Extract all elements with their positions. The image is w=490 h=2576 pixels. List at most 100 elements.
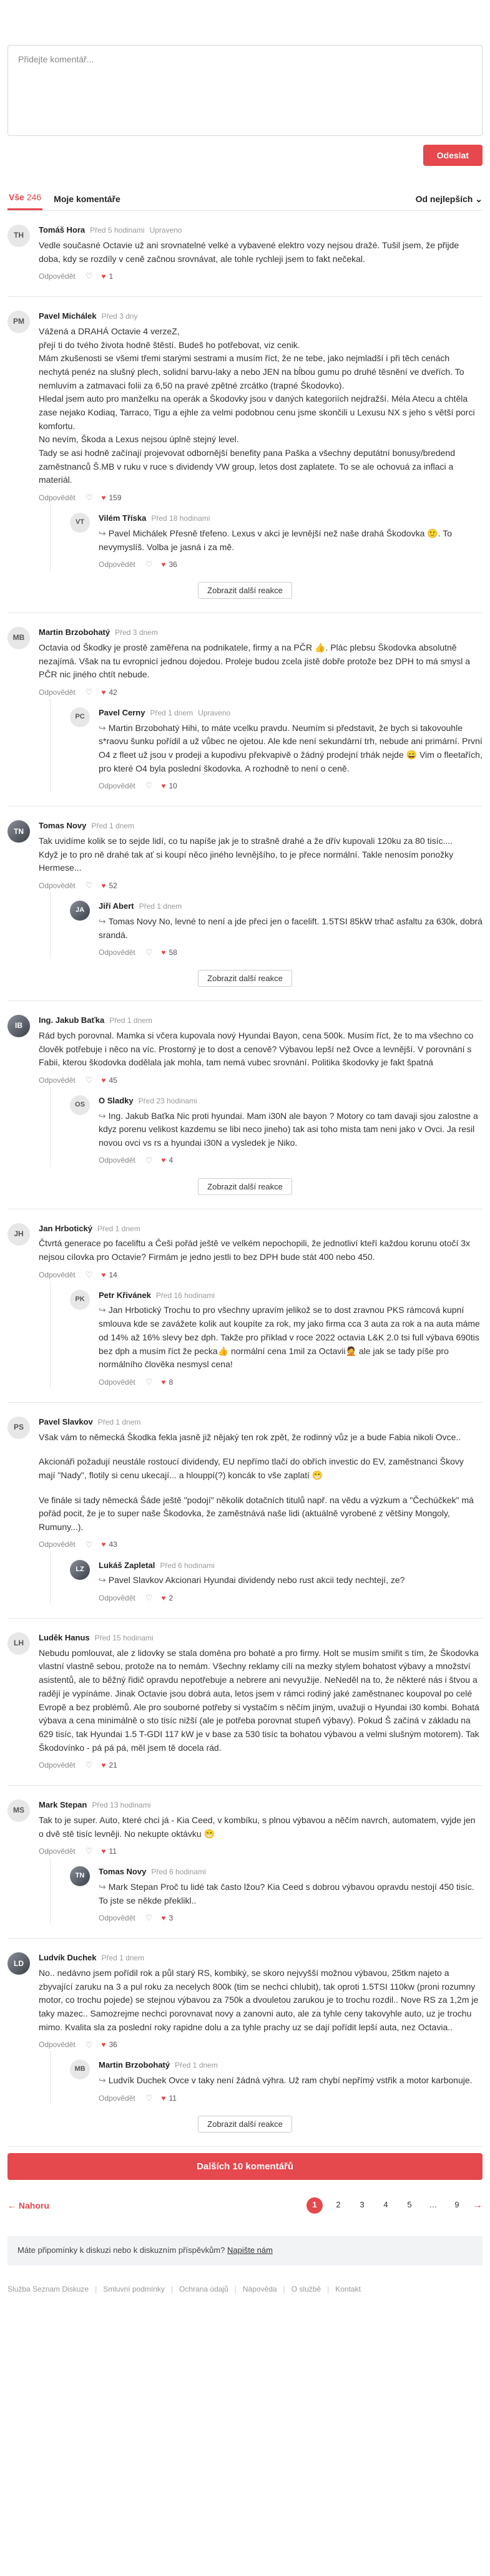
heart-icon[interactable]: ♥	[161, 1913, 165, 1924]
heart-icon[interactable]: ♥	[161, 1593, 165, 1604]
reply-button[interactable]: Odpovědět	[99, 559, 135, 570]
avatar[interactable]: MS	[7, 1799, 30, 1823]
author-name[interactable]: Luděk Hanus	[39, 1633, 90, 1642]
arrow-right-icon[interactable]: →	[473, 2198, 483, 2212]
author-name[interactable]: Tomáš Hora	[39, 225, 85, 235]
heart-icon[interactable]: ♥	[101, 493, 105, 503]
contact-link[interactable]: Napište nám	[227, 2245, 273, 2255]
sort-dropdown[interactable]: Od nejlepších ⌄	[416, 193, 483, 210]
heart-icon[interactable]: ♥	[101, 1760, 105, 1771]
heart-icon[interactable]: ♥	[101, 2040, 105, 2050]
dislike-icon[interactable]: ♡	[86, 687, 93, 699]
footer-link[interactable]: Kontakt	[335, 2284, 361, 2295]
author-name[interactable]: Mark Stepan	[39, 1800, 87, 1809]
dislike-icon[interactable]: ♡	[86, 271, 93, 283]
heart-icon[interactable]: ♥	[101, 881, 105, 891]
reply-target[interactable]: Pavel Slavkov	[109, 1575, 164, 1585]
author-name[interactable]: Pavel Slavkov	[39, 1417, 93, 1426]
dislike-icon[interactable]: ♡	[145, 1912, 153, 1924]
author-name[interactable]: Jan Hrbotický	[39, 1224, 92, 1233]
avatar[interactable]: MB	[7, 627, 30, 650]
page-number[interactable]: 1	[306, 2197, 323, 2214]
reply-button[interactable]: Odpovědět	[39, 687, 76, 698]
avatar[interactable]: PC	[70, 707, 90, 727]
reply-target[interactable]: Jan Hrbotický	[109, 1305, 162, 1315]
tab-all[interactable]: Vše 246	[7, 191, 43, 210]
author-name[interactable]: Martin Brzobohatý	[39, 627, 110, 637]
back-to-top-link[interactable]: ← Nahoru	[7, 2199, 49, 2212]
avatar[interactable]: PK	[70, 1289, 90, 1310]
comment-input[interactable]	[18, 54, 472, 127]
author-name[interactable]: Petr Křivánek	[99, 1290, 151, 1300]
footer-link[interactable]: Ochrana údajů	[179, 2284, 228, 2295]
page-number[interactable]: 3	[354, 2197, 370, 2214]
author-name[interactable]: Pavel Cerny	[99, 708, 145, 717]
reply-button[interactable]: Odpovědět	[39, 1846, 76, 1857]
reply-button[interactable]: Odpovědět	[39, 1539, 76, 1550]
dislike-icon[interactable]: ♡	[86, 1846, 93, 1857]
avatar[interactable]: TH	[7, 225, 30, 247]
avatar[interactable]: JH	[7, 1223, 30, 1246]
avatar[interactable]: VT	[70, 513, 90, 533]
dislike-icon[interactable]: ♡	[145, 1592, 153, 1604]
heart-icon[interactable]: ♥	[101, 271, 105, 282]
dislike-icon[interactable]: ♡	[86, 492, 93, 504]
reply-target[interactable]: Ludvík Duchek	[109, 2075, 167, 2085]
avatar[interactable]: LH	[7, 1632, 30, 1655]
footer-link[interactable]: Smluvní podmínky	[103, 2284, 165, 2295]
dislike-icon[interactable]: ♡	[145, 2093, 153, 2104]
dislike-icon[interactable]: ♡	[86, 2040, 93, 2051]
dislike-icon[interactable]: ♡	[145, 1377, 153, 1388]
avatar[interactable]: OS	[70, 1095, 90, 1115]
reply-button[interactable]: Odpovědět	[39, 2040, 76, 2050]
submit-button[interactable]: Odeslat	[423, 145, 483, 166]
heart-icon[interactable]: ♥	[161, 781, 165, 792]
reply-button[interactable]: Odpovědět	[39, 881, 76, 891]
dislike-icon[interactable]: ♡	[145, 559, 153, 571]
dislike-icon[interactable]: ♡	[86, 1075, 93, 1087]
footer-link[interactable]: Nápověda	[243, 2284, 277, 2295]
dislike-icon[interactable]: ♡	[86, 880, 93, 892]
show-more-reactions-button[interactable]: Zobrazit další reakce	[198, 1178, 292, 1195]
heart-icon[interactable]: ♥	[101, 1270, 105, 1281]
reply-target[interactable]: Pavel Michálek	[109, 528, 167, 538]
heart-icon[interactable]: ♥	[101, 1846, 105, 1857]
dislike-icon[interactable]: ♡	[86, 1539, 93, 1551]
avatar[interactable]: TN	[7, 820, 30, 843]
heart-icon[interactable]: ♥	[101, 1075, 105, 1086]
heart-icon[interactable]: ♥	[161, 559, 165, 570]
dislike-icon[interactable]: ♡	[86, 1760, 93, 1771]
author-name[interactable]: Jiří Abert	[99, 901, 134, 911]
avatar[interactable]: TN	[70, 1866, 90, 1887]
dislike-icon[interactable]: ♡	[145, 1155, 153, 1167]
author-name[interactable]: O Sladky	[99, 1096, 134, 1105]
show-more-reactions-button[interactable]: Zobrazit další reakce	[198, 970, 292, 987]
reply-target[interactable]: Mark Stepan	[109, 1882, 158, 1892]
reply-button[interactable]: Odpovědět	[99, 781, 135, 792]
reply-button[interactable]: Odpovědět	[99, 947, 135, 958]
author-name[interactable]: Lukáš Zapletal	[99, 1561, 155, 1570]
heart-icon[interactable]: ♥	[101, 687, 105, 698]
tab-my-comments[interactable]: Moje komentáře	[52, 193, 122, 210]
avatar[interactable]: LZ	[70, 1559, 90, 1580]
author-name[interactable]: Tomas Novy	[99, 1867, 146, 1876]
avatar[interactable]: PM	[7, 311, 30, 334]
dislike-icon[interactable]: ♡	[145, 947, 153, 959]
dislike-icon[interactable]: ♡	[145, 780, 153, 792]
avatar[interactable]: JA	[70, 901, 90, 921]
reply-target[interactable]: Tomas Novy	[109, 916, 157, 926]
author-name[interactable]: Pavel Michálek	[39, 311, 97, 321]
heart-icon[interactable]: ♥	[161, 1155, 165, 1166]
author-name[interactable]: Vilém Tříska	[99, 513, 146, 523]
reply-button[interactable]: Odpovědět	[39, 1760, 76, 1771]
page-number[interactable]: 2	[330, 2197, 346, 2214]
load-more-comments-button[interactable]: Dalších 10 komentářů	[7, 2152, 483, 2180]
heart-icon[interactable]: ♥	[161, 1377, 165, 1388]
avatar[interactable]: PS	[7, 1416, 30, 1439]
reply-button[interactable]: Odpovědět	[39, 1075, 76, 1086]
author-name[interactable]: Ing. Jakub Baťka	[39, 1015, 104, 1025]
reply-button[interactable]: Odpovědět	[39, 271, 76, 282]
heart-icon[interactable]: ♥	[161, 2093, 165, 2104]
author-name[interactable]: Ludvík Duchek	[39, 1953, 96, 1962]
footer-link[interactable]: O službě	[292, 2284, 321, 2295]
